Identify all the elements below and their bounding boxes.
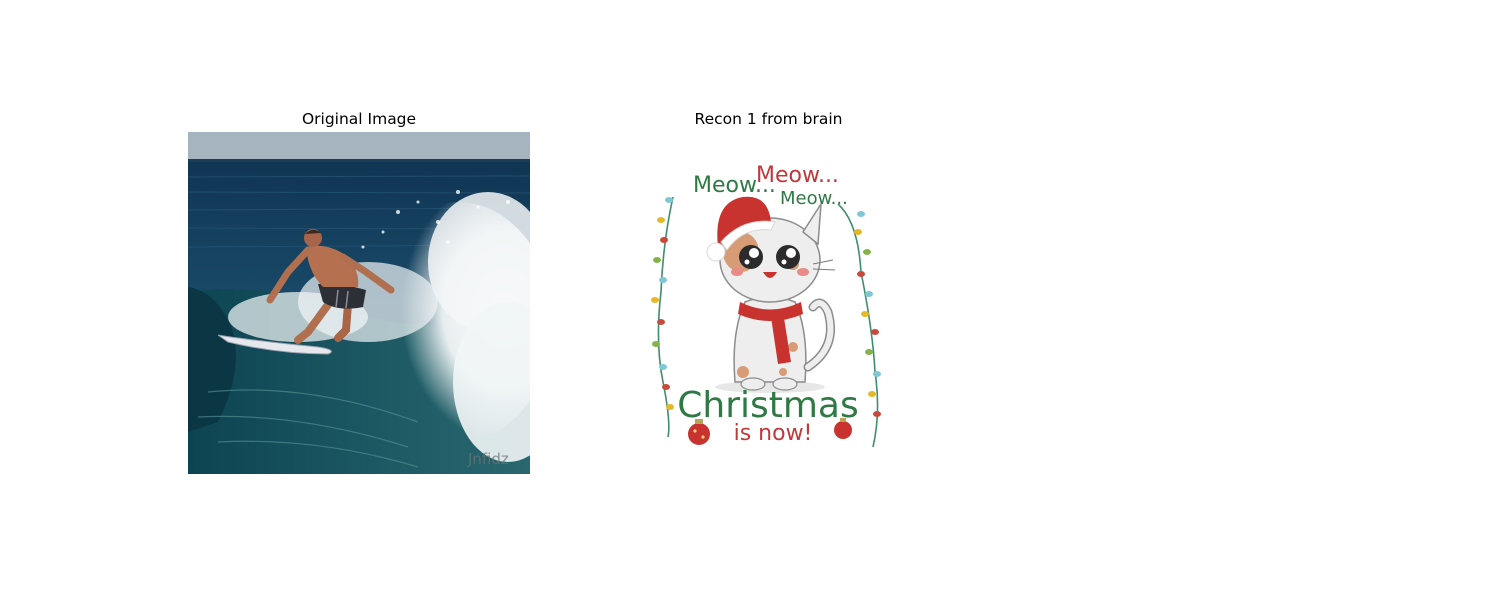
surfer-photo: Jnfidz — [188, 132, 530, 474]
meow-text-top: Meow... — [756, 163, 839, 188]
christmas-text: Christmas — [677, 385, 859, 426]
original-image-title: Original Image — [301, 110, 417, 128]
meow-text-right: Meow... — [780, 188, 848, 209]
recon-image-panel: Recon 1 from brain Meow... Meow... Meow.… — [643, 110, 894, 474]
photo-watermark: Jnfidz — [467, 450, 509, 468]
original-image-panel: Original Image Jnfidz — [188, 110, 530, 474]
christmas-cat-image: Meow... Meow... Meow... Christmas is now… — [643, 132, 894, 474]
recon-image-title: Recon 1 from brain — [694, 110, 843, 128]
is-now-text: is now! — [734, 421, 813, 446]
